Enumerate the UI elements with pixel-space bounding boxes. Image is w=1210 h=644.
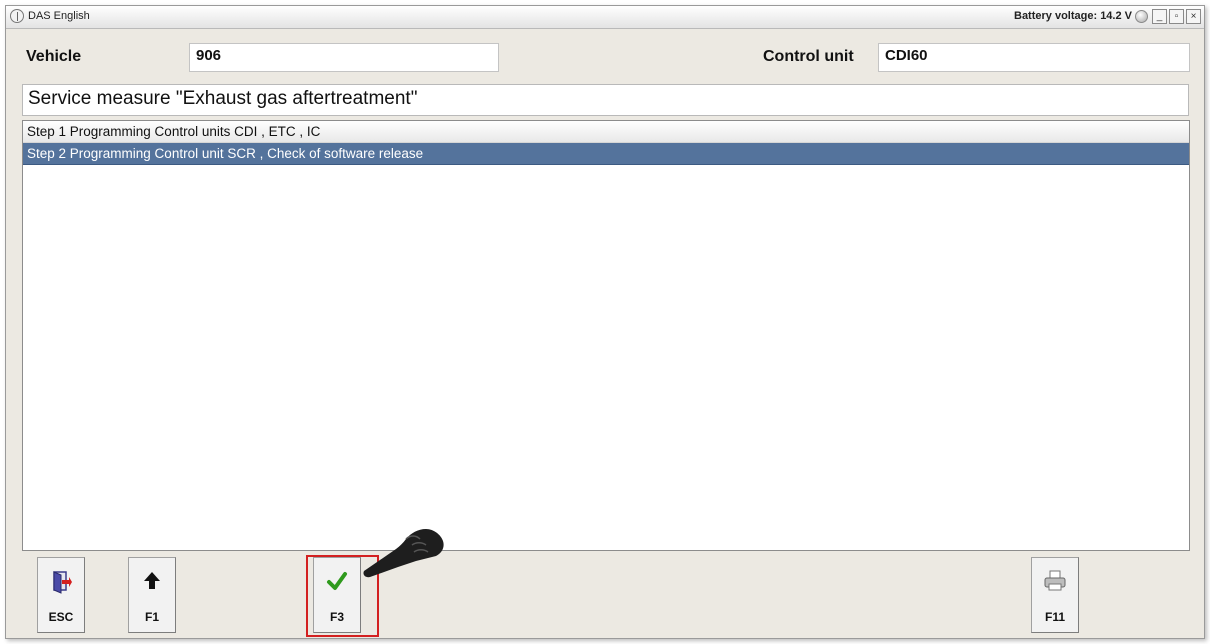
f11-key-label: F11 bbox=[1044, 610, 1065, 624]
control-unit-field: CDI60 bbox=[878, 43, 1190, 72]
list-item-step-1[interactable]: Step 1 Programming Control units CDI , E… bbox=[23, 121, 1189, 143]
list-item-step-2[interactable]: Step 2 Programming Control unit SCR , Ch… bbox=[23, 143, 1189, 165]
maximize-button[interactable]: ▫ bbox=[1169, 9, 1184, 24]
close-button[interactable]: × bbox=[1186, 9, 1201, 24]
printer-icon bbox=[1032, 570, 1078, 597]
esc-button[interactable]: ESC bbox=[37, 557, 85, 633]
f11-button[interactable]: F11 bbox=[1031, 557, 1079, 633]
exit-door-icon bbox=[38, 570, 84, 599]
f1-key-label: F1 bbox=[144, 610, 159, 624]
service-measure-title: Service measure "Exhaust gas aftertreatm… bbox=[22, 84, 1189, 116]
pointing-hand-icon bbox=[356, 521, 448, 586]
up-arrow-icon bbox=[129, 570, 175, 597]
steps-list: Step 1 Programming Control units CDI , E… bbox=[22, 120, 1190, 551]
battery-voltage-label: Battery voltage: 14.2 V bbox=[1014, 10, 1132, 22]
title-bar: DAS English Battery voltage: 14.2 V _ ▫ … bbox=[6, 6, 1204, 29]
control-unit-label: Control unit bbox=[763, 48, 854, 65]
mercedes-logo-icon bbox=[10, 9, 24, 23]
f1-button[interactable]: F1 bbox=[128, 557, 176, 633]
vehicle-label: Vehicle bbox=[26, 48, 82, 65]
vehicle-field: 906 bbox=[189, 43, 499, 72]
battery-status-icon bbox=[1135, 10, 1148, 23]
minimize-button[interactable]: _ bbox=[1152, 9, 1167, 24]
window-title: DAS English bbox=[28, 10, 90, 22]
esc-key-label: ESC bbox=[48, 610, 74, 624]
